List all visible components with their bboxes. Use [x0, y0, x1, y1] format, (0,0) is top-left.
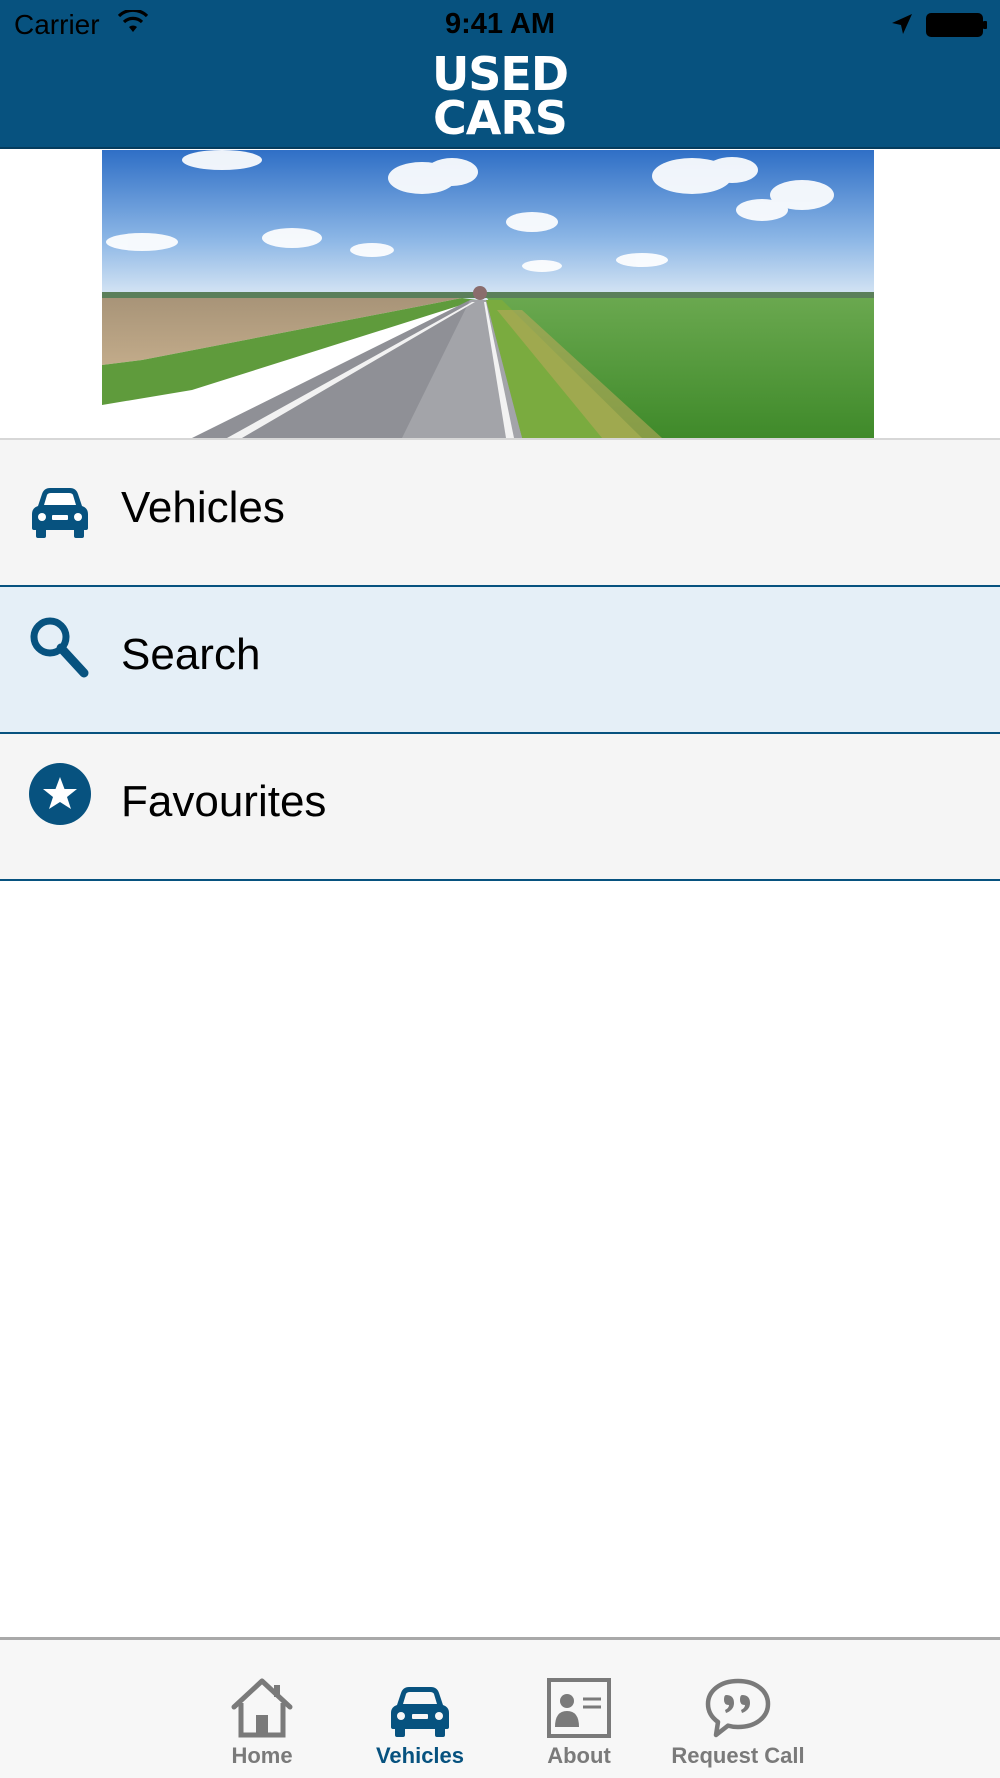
menu-item-search[interactable]: Search — [0, 587, 1000, 734]
logo-line1: USED — [431, 47, 569, 101]
used-cars-logo: USED CARS — [400, 47, 600, 145]
tab-bar: Home Vehicles About Request Call — [0, 1637, 1000, 1778]
main-menu: Vehicles Search Favourites — [0, 440, 1000, 881]
menu-item-vehicles[interactable]: Vehicles — [0, 440, 1000, 587]
status-bar: Carrier 9:41 AM — [0, 0, 1000, 50]
logo-line2: CARS — [433, 91, 568, 145]
tab-vehicles[interactable]: Vehicles — [350, 1640, 490, 1778]
car-icon — [32, 488, 88, 538]
star-icon — [29, 763, 91, 825]
car-icon — [391, 1687, 449, 1737]
status-time: 9:41 AM — [444, 8, 556, 40]
menu-item-favourites[interactable]: Favourites — [0, 734, 1000, 881]
tab-about[interactable]: About — [509, 1640, 649, 1778]
tab-request-call[interactable]: Request Call — [668, 1640, 808, 1778]
speech-bubble-icon — [705, 1678, 771, 1738]
tab-home[interactable]: Home — [192, 1640, 332, 1778]
app-header: Carrier 9:41 AM USED CARS — [0, 0, 1000, 149]
tab-label: Home — [231, 1743, 293, 1768]
tab-label: Request Call — [671, 1743, 805, 1768]
home-icon — [231, 1678, 293, 1738]
contact-card-icon — [547, 1678, 611, 1738]
tab-label: About — [547, 1743, 611, 1768]
magnifier-icon — [30, 617, 89, 678]
location-arrow-icon — [892, 14, 912, 34]
menu-item-label: Vehicles — [121, 483, 285, 532]
menu-item-label: Search — [121, 630, 261, 679]
banner-image — [102, 150, 874, 438]
battery-icon — [926, 13, 987, 37]
tab-label: Vehicles — [375, 1743, 465, 1768]
menu-item-label: Favourites — [121, 777, 327, 826]
